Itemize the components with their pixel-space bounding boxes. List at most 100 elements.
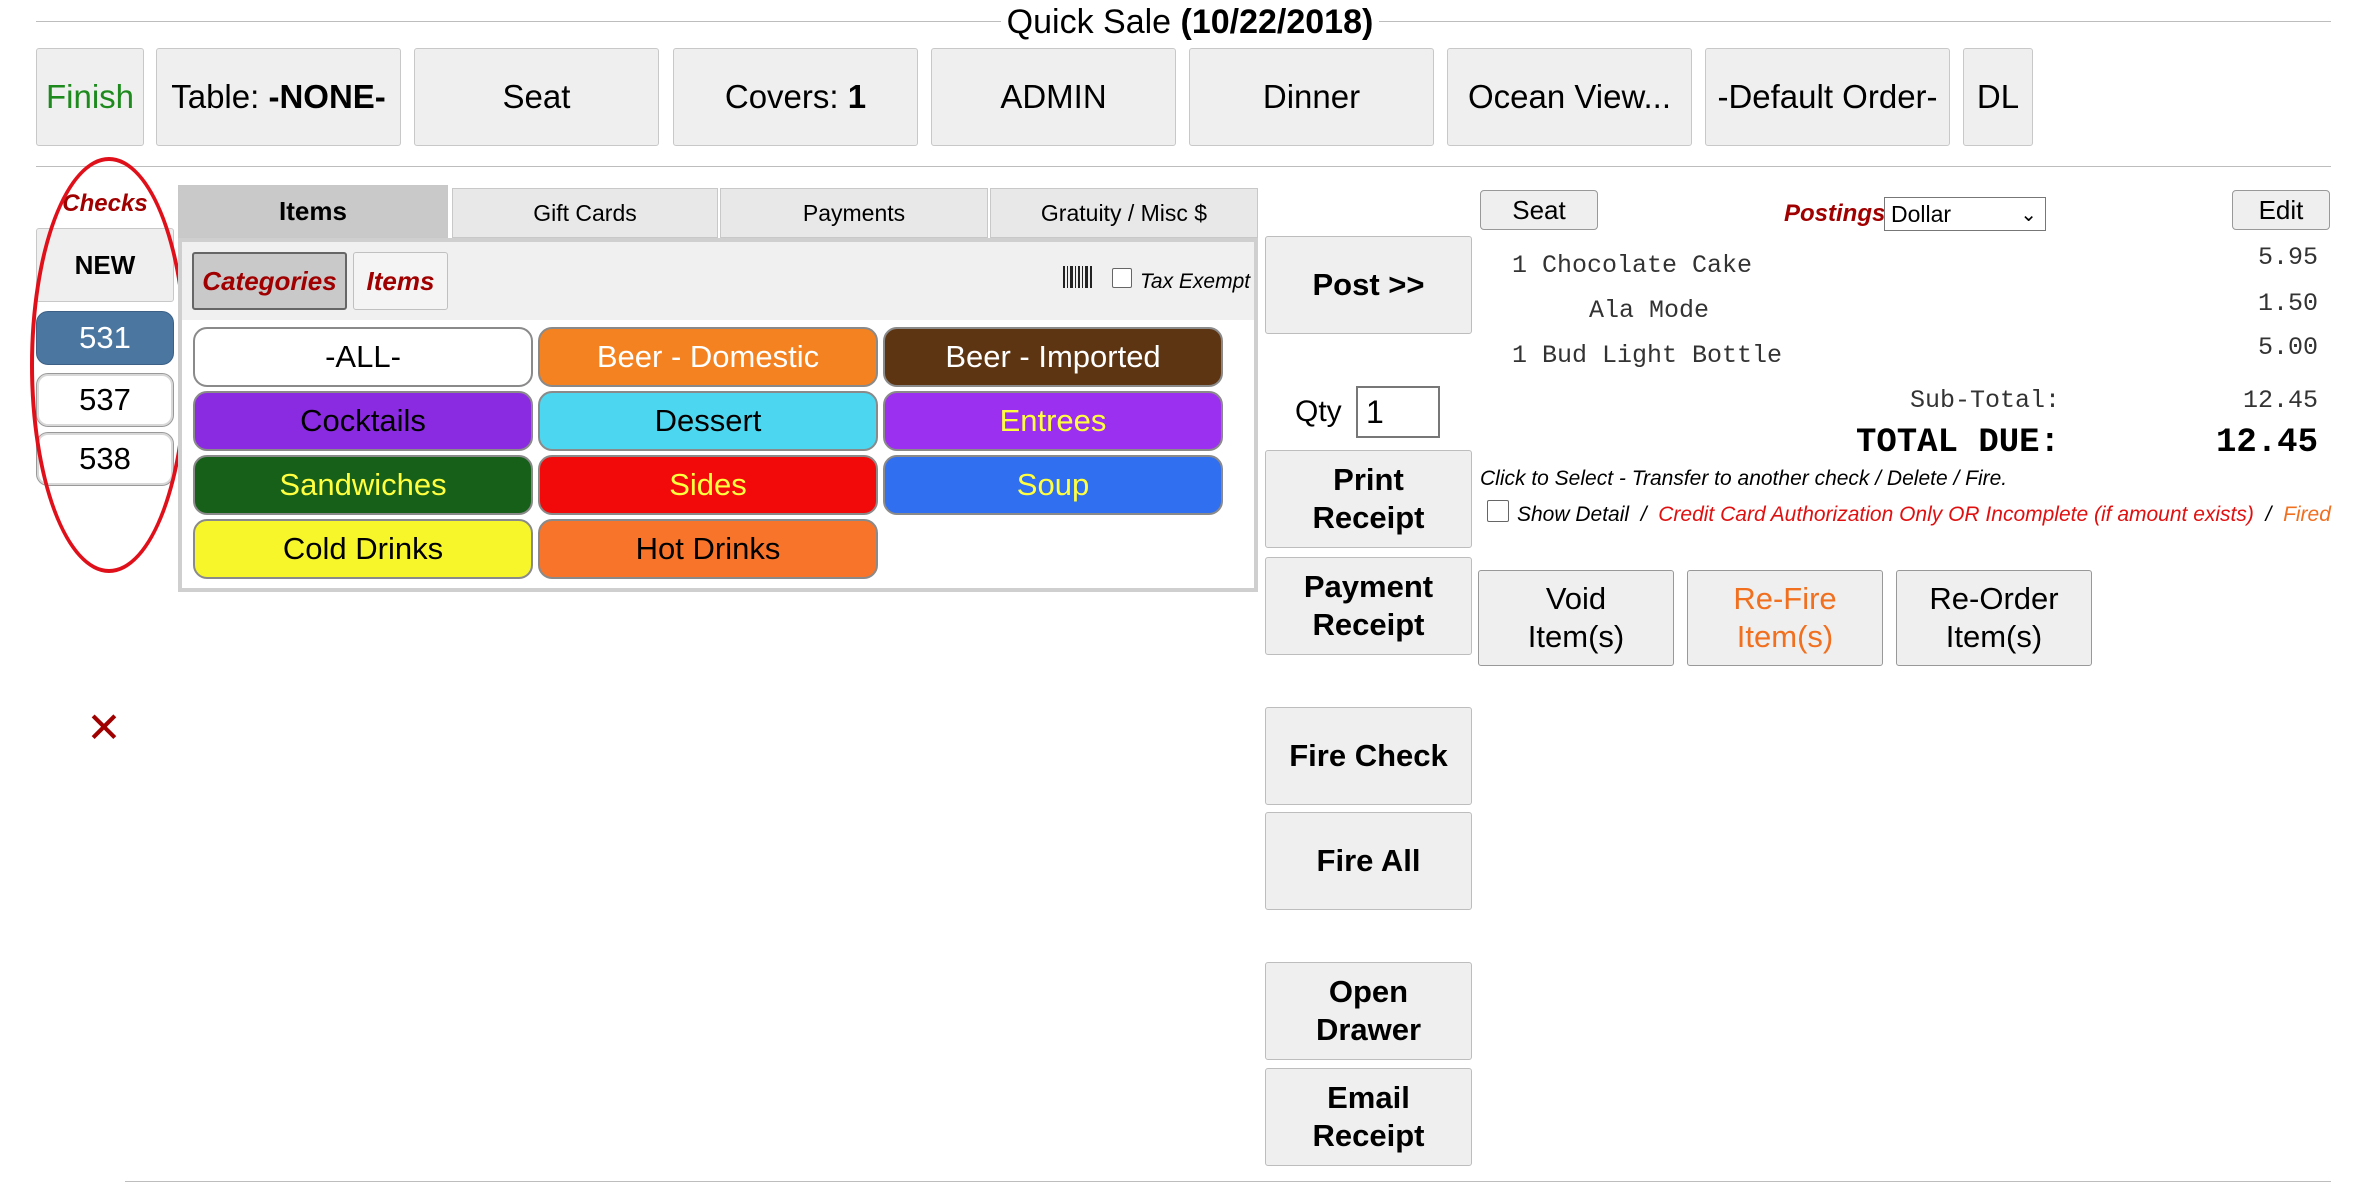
title-date: (10/22/2018): [1180, 3, 1374, 41]
refire-line1: Re-Fire: [1733, 581, 1837, 616]
meal-period-button[interactable]: Dinner: [1189, 48, 1434, 146]
qty-input[interactable]: [1356, 386, 1440, 438]
footer-rule: [125, 1181, 2331, 1182]
check-531[interactable]: 531: [36, 311, 174, 365]
open-drawer-line1: Open: [1328, 974, 1409, 1009]
location-button[interactable]: Ocean View...: [1447, 48, 1692, 146]
check-number: 537: [79, 382, 131, 417]
dl-button[interactable]: DL: [1963, 48, 2033, 146]
category-label: -ALL-: [325, 339, 401, 374]
check-537[interactable]: 537: [36, 373, 174, 427]
tab-label: Gratuity / Misc $: [1040, 199, 1208, 226]
tab-label: Items: [279, 196, 347, 226]
barcode-icon[interactable]: [1063, 266, 1093, 288]
status-legend: Show Detail / Credit Card Authorization …: [1517, 503, 2331, 527]
category-label: Cocktails: [300, 403, 426, 438]
print-receipt-line2: Receipt: [1312, 500, 1425, 535]
tab-gift-cards[interactable]: Gift Cards: [452, 188, 718, 238]
checks-highlight-oval: [30, 157, 188, 573]
order-line-modifier[interactable]: Ala Mode: [1589, 296, 1709, 325]
order-type-label: -Default Order-: [1717, 78, 1938, 115]
legend-separator: /: [1640, 503, 1647, 526]
category-cold-drinks[interactable]: Cold Drinks: [193, 519, 533, 579]
category-sides[interactable]: Sides: [538, 455, 878, 515]
email-receipt-line2: Receipt: [1312, 1118, 1425, 1153]
fire-all-label: Fire All: [1316, 843, 1421, 878]
category-hot-drinks[interactable]: Hot Drinks: [538, 519, 878, 579]
category-all[interactable]: -ALL-: [193, 327, 533, 387]
table-value: -NONE-: [268, 78, 386, 115]
category-beer-domestic[interactable]: Beer - Domestic: [538, 327, 878, 387]
checks-label: Checks: [62, 190, 148, 217]
table-label: Table:: [171, 78, 260, 115]
finish-button[interactable]: Finish: [36, 48, 144, 146]
seat-top-button[interactable]: Seat: [414, 48, 659, 146]
legend-fired: Fired: [2283, 503, 2331, 526]
table-button[interactable]: Table: -NONE-: [156, 48, 401, 146]
category-label: Soup: [1016, 467, 1090, 502]
title-text: Quick Sale: [1006, 3, 1172, 41]
reorder-items-button[interactable]: Re-Order Item(s): [1896, 570, 2092, 666]
refire-items-button[interactable]: Re-Fire Item(s): [1687, 570, 1883, 666]
void-items-button[interactable]: Void Item(s): [1478, 570, 1674, 666]
fire-all-button[interactable]: Fire All: [1265, 812, 1472, 910]
post-button[interactable]: Post >>: [1265, 236, 1472, 334]
subtotal-value: 12.45: [2242, 386, 2318, 415]
void-line2: Item(s): [1527, 619, 1625, 654]
open-drawer-button[interactable]: Open Drawer: [1265, 962, 1472, 1060]
order-type-button[interactable]: -Default Order-: [1705, 48, 1950, 146]
tab-payments[interactable]: Payments: [720, 188, 988, 238]
close-icon[interactable]: ✕: [84, 707, 124, 749]
category-soup[interactable]: Soup: [883, 455, 1223, 515]
page-title: Quick Sale (10/22/2018): [0, 0, 2380, 44]
new-check-button[interactable]: NEW: [36, 228, 174, 302]
toolbar-rule: [36, 166, 2331, 167]
order-seat-button[interactable]: Seat: [1480, 190, 1598, 230]
subtab-items[interactable]: Items: [353, 252, 448, 310]
check-538[interactable]: 538: [36, 432, 174, 486]
category-label: Beer - Imported: [945, 339, 1161, 374]
order-line-price: 1.50: [2257, 289, 2318, 318]
server-button[interactable]: ADMIN: [931, 48, 1176, 146]
order-line-item[interactable]: 1 Bud Light Bottle: [1512, 341, 1782, 370]
subtab-categories[interactable]: Categories: [192, 252, 347, 310]
server-label: ADMIN: [1000, 78, 1107, 115]
edit-button[interactable]: Edit: [2232, 190, 2330, 230]
covers-label: Covers:: [724, 78, 839, 115]
category-label: Beer - Domestic: [596, 339, 820, 374]
chevron-down-icon: ⌄: [2020, 204, 2037, 226]
subtotal-label: Sub-Total:: [1909, 386, 2060, 415]
print-receipt-line1: Print: [1333, 462, 1404, 497]
covers-button[interactable]: Covers: 1: [673, 48, 918, 146]
edit-label: Edit: [2258, 194, 2304, 225]
subtab-label: Items: [366, 265, 435, 296]
seat-label: Seat: [502, 78, 571, 115]
category-dessert[interactable]: Dessert: [538, 391, 878, 451]
subtab-label: Categories: [202, 265, 337, 296]
tab-label: Payments: [802, 199, 906, 226]
tab-gratuity-misc[interactable]: Gratuity / Misc $: [990, 188, 1258, 238]
category-cocktails[interactable]: Cocktails: [193, 391, 533, 451]
postings-value: Dollar: [1891, 200, 1952, 227]
category-entrees[interactable]: Entrees: [883, 391, 1223, 451]
category-sandwiches[interactable]: Sandwiches: [193, 455, 533, 515]
show-detail-checkbox[interactable]: [1487, 500, 1509, 522]
qty-label: Qty: [1295, 395, 1342, 428]
void-line1: Void: [1545, 581, 1607, 616]
reorder-line1: Re-Order: [1929, 581, 2059, 616]
postings-select[interactable]: Dollar ⌄: [1884, 197, 2046, 231]
fire-check-button[interactable]: Fire Check: [1265, 707, 1472, 805]
payment-receipt-button[interactable]: Payment Receipt: [1265, 557, 1472, 655]
category-label: Cold Drinks: [282, 531, 444, 566]
category-beer-imported[interactable]: Beer - Imported: [883, 327, 1223, 387]
order-seat-label: Seat: [1512, 194, 1566, 225]
tab-items[interactable]: Items: [178, 185, 448, 238]
new-check-label: NEW: [74, 249, 136, 280]
tax-exempt-checkbox[interactable]: [1112, 268, 1132, 288]
order-line-item[interactable]: 1 Chocolate Cake: [1512, 251, 1752, 280]
payment-receipt-line1: Payment: [1303, 569, 1434, 604]
check-number: 538: [79, 441, 131, 476]
print-receipt-button[interactable]: Print Receipt: [1265, 450, 1472, 548]
total-due-value: 12.45: [2215, 424, 2318, 462]
email-receipt-button[interactable]: Email Receipt: [1265, 1068, 1472, 1166]
